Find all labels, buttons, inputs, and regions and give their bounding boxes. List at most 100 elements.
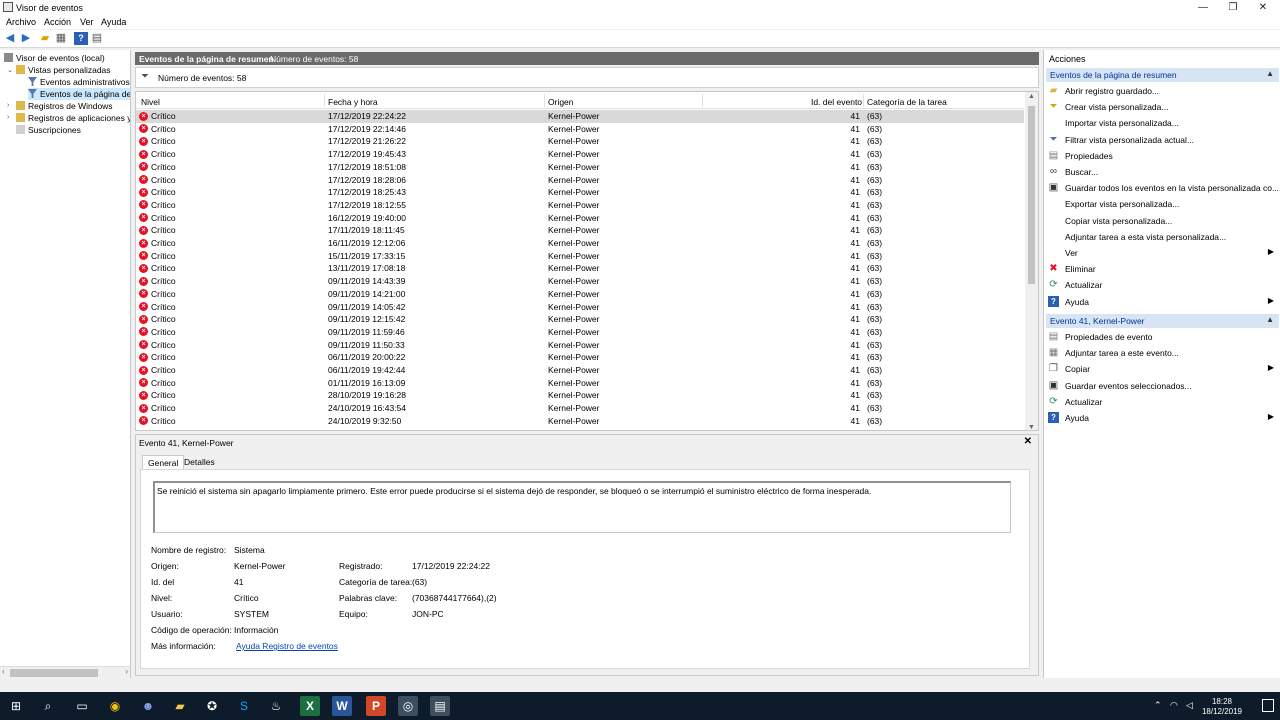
clock[interactable]: 18:28 18/12/2019 [1202,697,1242,717]
column-date-time[interactable]: Fecha y hora [328,97,378,107]
windows-start-icon[interactable]: ⊞ [6,696,26,716]
action-ayuda[interactable]: ? Ayuda ▶ [1048,411,1276,425]
actions-section-event[interactable]: Evento 41, Kernel-Power ▲ [1046,314,1279,328]
action-crear-vista-personalizada[interactable]: ⏷ Crear vista personalizada... [1048,100,1276,114]
column-task-category[interactable]: Categoría de la tarea [867,97,947,107]
column-separator[interactable] [702,94,703,107]
action-ver[interactable]: Ver ▶ [1048,246,1276,260]
menu-archivo[interactable]: Archivo [6,17,36,27]
table-row[interactable]: × Crítico 09/11/2019 11:50:33 Kernel-Power 4… [136,339,1024,352]
action-ayuda[interactable]: ? Ayuda ▶ [1048,295,1276,309]
tree-item-custom-views[interactable]: Vistas personalizadas [16,64,111,76]
menu-ver[interactable]: Ver [80,17,94,27]
table-row[interactable]: × Crítico 17/12/2019 21:26:22 Kernel-Power 4… [136,135,1024,148]
table-row[interactable]: × Crítico 01/11/2019 16:13:09 Kernel-Power 4… [136,377,1024,390]
app-icon[interactable]: ✪ [202,696,222,716]
table-row[interactable]: × Crítico 17/12/2019 18:28:06 Kernel-Power 4… [136,174,1024,187]
scroll-up-icon[interactable]: ▲ [1025,93,1038,100]
action-copiar[interactable]: ❐ Copiar ▶ [1048,362,1276,376]
scroll-right-icon[interactable]: › [125,667,128,676]
task-view-icon[interactable]: ▭ [72,696,92,716]
volume-icon[interactable]: ◁ [1186,700,1193,711]
action-exportar-vista-personalizada[interactable]: Exportar vista personalizada... [1048,197,1276,211]
discord-icon[interactable]: ☻ [138,696,158,716]
close-icon[interactable]: ✕ [1024,436,1032,447]
folder-up-icon[interactable]: ▰ [38,32,52,45]
tree-item-admin-events[interactable]: Eventos administrativos [28,76,130,88]
action-guardar-eventos-seleccionados[interactable]: ▣ Guardar eventos seleccionados... [1048,379,1276,393]
table-row[interactable]: × Crítico 24/10/2019 9:32:50 Kernel-Power 41… [136,415,1024,428]
search-icon[interactable]: ⌕ [38,696,58,716]
table-row[interactable]: × Crítico 16/12/2019 19:40:00 Kernel-Power 4… [136,212,1024,225]
scroll-down-icon[interactable]: ▼ [1025,424,1038,430]
tree-horizontal-scrollbar[interactable]: ‹ › [0,666,130,678]
column-event-id[interactable]: Id. del evento [811,97,862,107]
table-row[interactable]: × Crítico 17/12/2019 19:45:43 Kernel-Power 4… [136,148,1024,161]
column-separator[interactable] [544,94,545,107]
column-source[interactable]: Origen [548,97,574,107]
event-viewer-taskbar-icon[interactable]: ▤ [430,696,450,716]
word-icon[interactable]: W [332,696,352,716]
table-row[interactable]: × Crítico 13/11/2019 17:08:18 Kernel-Power 4… [136,262,1024,275]
action-propiedades-de-evento[interactable]: ▤ Propiedades de evento [1048,330,1276,344]
table-row[interactable]: × Crítico 17/12/2019 22:14:46 Kernel-Power 4… [136,123,1024,136]
tab-general[interactable]: General [142,455,185,469]
table-row[interactable]: × Crítico 06/11/2019 20:00:22 Kernel-Power 4… [136,351,1024,364]
column-separator[interactable] [324,94,325,107]
expand-collapse-icon[interactable]: ⌄ [7,66,13,74]
forward-arrow-icon[interactable]: ▶ [19,32,33,45]
obs-icon[interactable]: ◎ [398,696,418,716]
maximize-button[interactable]: ❐ [1218,0,1248,15]
action-actualizar[interactable]: ⟳ Actualizar [1048,395,1276,409]
table-row[interactable]: × Crítico 24/10/2019 16:43:54 Kernel-Power 4… [136,402,1024,415]
scrollbar-thumb[interactable] [10,669,98,677]
chrome-icon[interactable]: ◉ [105,696,125,716]
action-adjuntar-tarea-a-este-evento[interactable]: ▦ Adjuntar tarea a este evento... [1048,346,1276,360]
actions-section-summary[interactable]: Eventos de la página de resumen ▲ [1046,68,1279,82]
menu-accion[interactable]: Acción [44,17,71,27]
table-row[interactable]: × Crítico 09/11/2019 11:59:46 Kernel-Power 4… [136,326,1024,339]
table-vertical-scrollbar[interactable]: ▲ ▼ [1025,92,1038,430]
network-icon[interactable]: ◠ [1170,700,1178,711]
excel-icon[interactable]: X [300,696,320,716]
column-level[interactable]: Nivel [141,97,160,107]
powerpoint-icon[interactable]: P [366,696,386,716]
action-buscar[interactable]: ∞ Buscar... [1048,165,1276,179]
action-abrir-registro-guardado[interactable]: ▰ Abrir registro guardado... [1048,84,1276,98]
table-row[interactable]: × Crítico 28/10/2019 19:16:28 Kernel-Power 4… [136,389,1024,402]
table-row[interactable]: × Crítico 17/12/2019 18:12:55 Kernel-Power 4… [136,199,1024,212]
notifications-icon[interactable] [1262,699,1274,712]
column-separator[interactable] [863,94,864,107]
menu-ayuda[interactable]: Ayuda [101,17,126,27]
table-row[interactable]: × Crítico 16/11/2019 12:12:06 Kernel-Power 4… [136,237,1024,250]
tree-item-app-service-logs[interactable]: Registros de aplicaciones y s [16,112,130,124]
back-arrow-icon[interactable]: ◀ [3,32,17,45]
action-eliminar[interactable]: ✖ Eliminar [1048,262,1276,276]
action-propiedades[interactable]: ▤ Propiedades [1048,149,1276,163]
table-row[interactable]: × Crítico 09/11/2019 14:05:42 Kernel-Power 4… [136,301,1024,314]
action-adjuntar-tarea-a-esta-vista-personalizada[interactable]: Adjuntar tarea a esta vista personalizad… [1048,230,1276,244]
action-guardar-todos-los-eventos-en-la-vista-personalizada-co[interactable]: ▣ Guardar todos los eventos en la vista p… [1048,181,1279,195]
table-row[interactable]: × Crítico 09/11/2019 14:21:00 Kernel-Power 4… [136,288,1024,301]
table-row[interactable]: × Crítico 15/11/2019 17:33:15 Kernel-Power 4… [136,250,1024,263]
tree-item-summary-page-events[interactable]: Eventos de la página de r [28,88,130,100]
expand-icon[interactable]: › [7,114,9,121]
more-info-link[interactable]: Ayuda Registro de eventos [236,641,338,651]
action-copiar-vista-personalizada[interactable]: Copiar vista personalizada... [1048,214,1276,228]
steam-icon[interactable]: ♨ [266,696,286,716]
help-icon[interactable]: ? [74,32,88,45]
scrollbar-thumb[interactable] [1028,106,1035,284]
table-row[interactable]: × Crítico 17/12/2019 22:24:22 Kernel-Power 4… [136,110,1024,123]
collapse-icon[interactable]: ▲ [1266,69,1274,78]
tree-item-subscriptions[interactable]: Suscripciones [16,124,81,136]
show-hide-actions-icon[interactable]: ▤ [90,32,104,45]
action-actualizar[interactable]: ⟳ Actualizar [1048,278,1276,292]
file-explorer-icon[interactable]: ▰ [170,696,190,716]
scroll-left-icon[interactable]: ‹ [2,667,5,676]
show-hide-tree-icon[interactable]: ▦ [54,32,68,45]
table-row[interactable]: × Crítico 17/12/2019 18:25:43 Kernel-Power 4… [136,186,1024,199]
table-row[interactable]: × Crítico 06/11/2019 19:42:44 Kernel-Power 4… [136,364,1024,377]
action-importar-vista-personalizada[interactable]: Importar vista personalizada... [1048,116,1276,130]
tree-item-local[interactable]: Visor de eventos (local) [4,52,105,64]
expand-icon[interactable]: › [7,102,9,109]
